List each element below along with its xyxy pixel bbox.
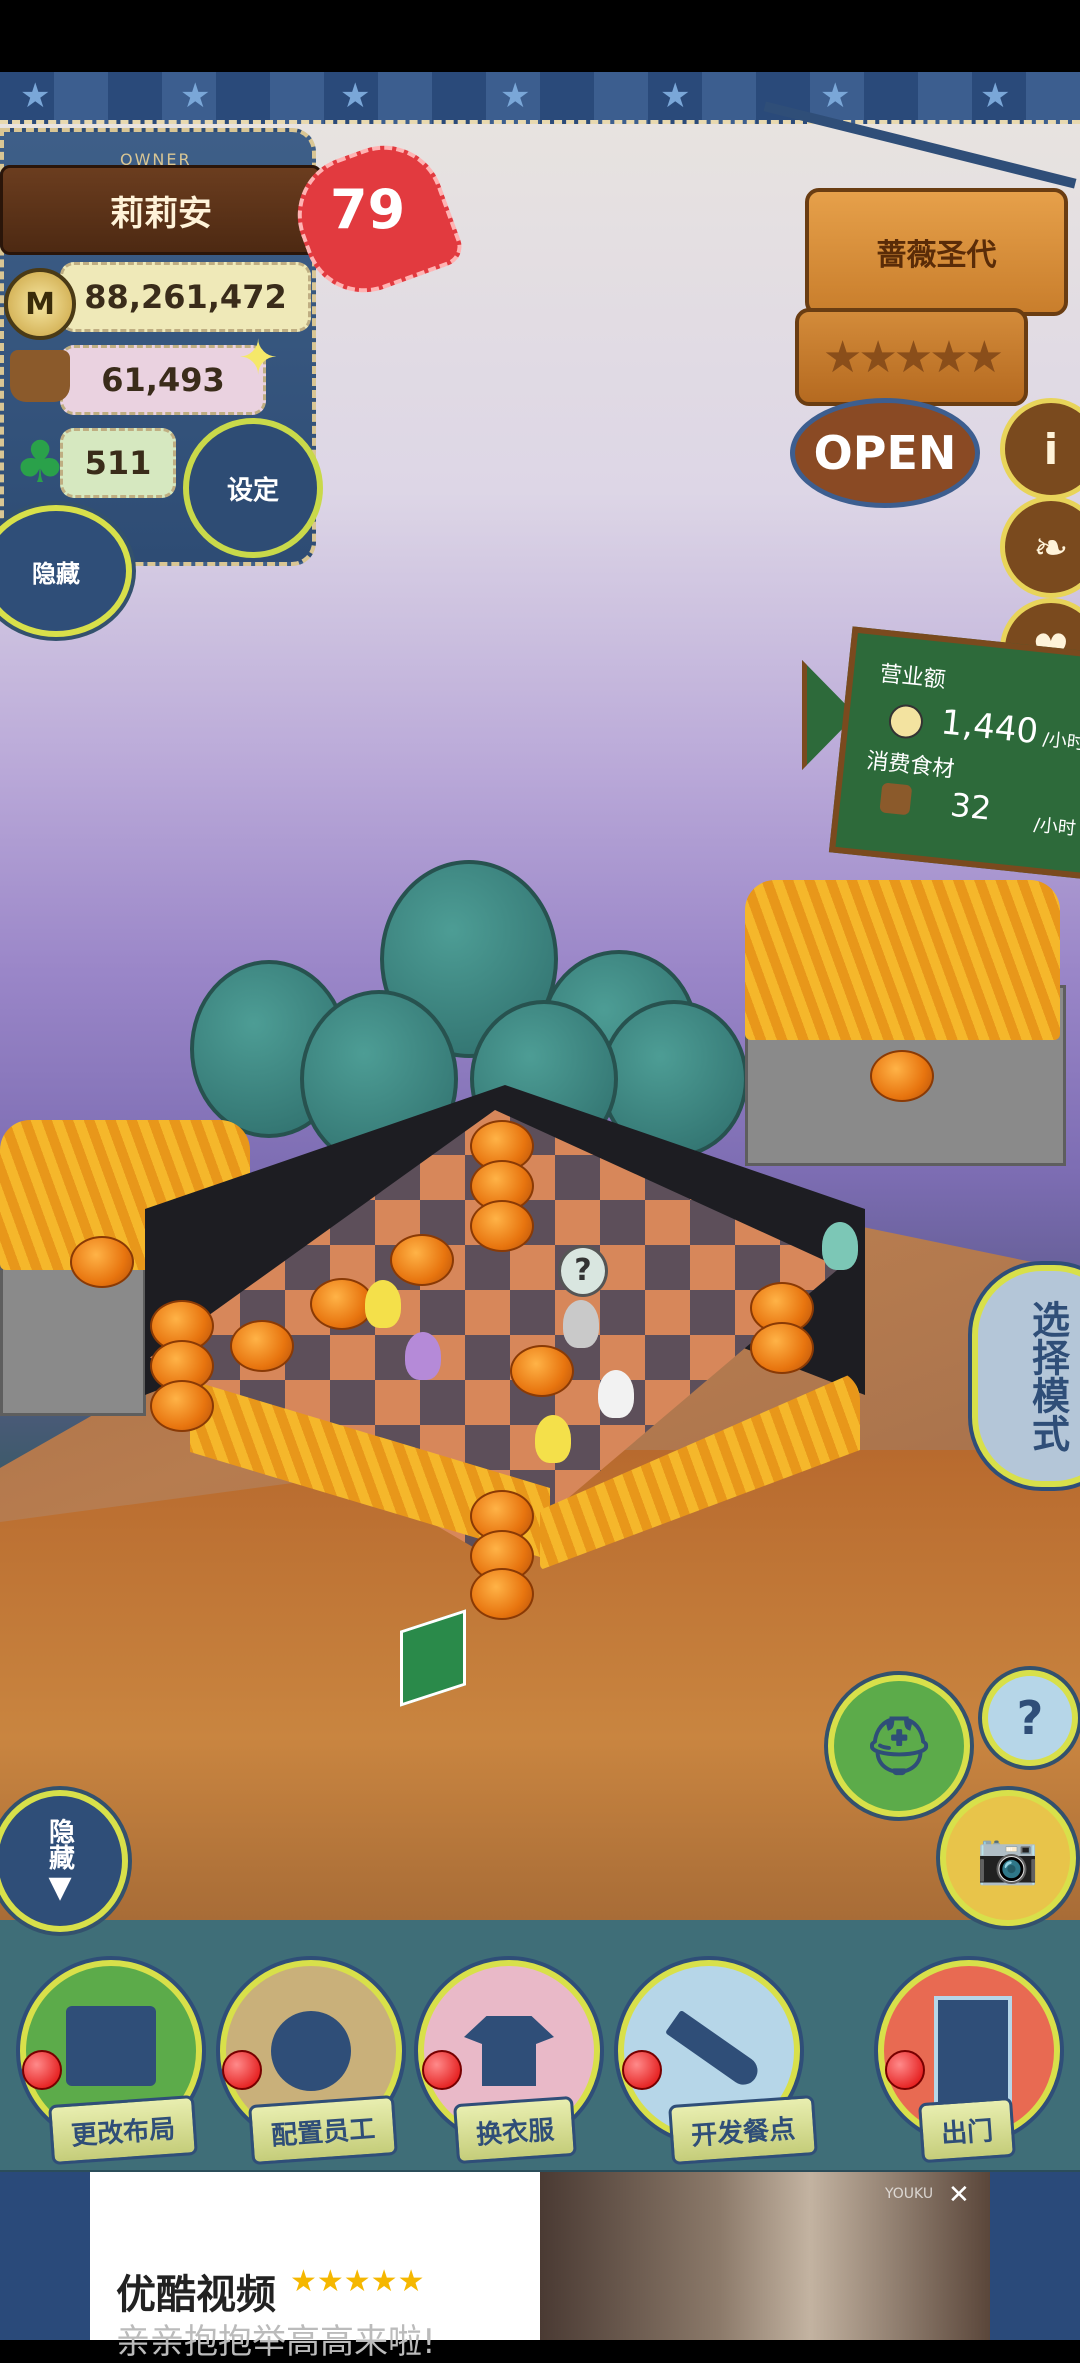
hide-label: 隐藏 (44, 1817, 75, 1870)
consume-value: 32 (948, 785, 993, 828)
ad-subtitle: 亲亲抱抱举高高来啦! (116, 2322, 436, 2362)
pumpkin (470, 1200, 534, 1252)
pin-icon (22, 2050, 62, 2090)
mode-select-button[interactable]: 选择模式 (972, 1265, 1080, 1487)
pumpkin (470, 1568, 534, 1620)
rating-stars: ★★★★★ (795, 308, 1028, 406)
bunting-star: ★ (180, 76, 211, 116)
basket-icon (879, 782, 913, 816)
ad-rating: ★★★★★ (290, 2264, 425, 2299)
coin-icon (887, 702, 925, 741)
pumpkin (230, 1320, 294, 1372)
camera-button[interactable]: 📷 (940, 1790, 1076, 1926)
question-bubble[interactable]: ? (558, 1245, 608, 1297)
ad-image[interactable]: YOUKU ✕ (540, 2172, 990, 2340)
heart-level: 79 (330, 178, 406, 241)
bear-customer[interactable] (598, 1370, 634, 1418)
sparkle-icon: ✦ (238, 330, 279, 386)
bunting-star: ★ (500, 76, 531, 116)
bunting-star: ★ (980, 76, 1011, 116)
ingredients-value: 61,493 (60, 345, 266, 415)
info-icon: i (1043, 424, 1059, 474)
hat-icon: ⛑ (863, 1714, 935, 1779)
open-sign[interactable]: OPEN (790, 398, 980, 508)
basket-icon (10, 350, 70, 402)
assign-staff-label[interactable]: 配置员工 (248, 2094, 398, 2166)
table-icon (66, 2006, 156, 2086)
pumpkin (70, 1236, 134, 1288)
consume-label: 消费食材 (865, 748, 956, 783)
pin-icon (222, 2050, 262, 2090)
help-button[interactable]: ? (982, 1670, 1078, 1766)
ad-title: 优酷视频 (116, 2272, 276, 2318)
bear-staff[interactable] (822, 1222, 858, 1270)
ad-watermark: YOUKU (885, 2186, 934, 2202)
consume-unit: /小时 (1032, 814, 1077, 840)
change-clothes-label[interactable]: 换衣服 (453, 2095, 577, 2165)
pin-icon (422, 2050, 462, 2090)
pin-icon (622, 2050, 662, 2090)
bunting-star: ★ (660, 76, 691, 116)
pin-icon (885, 2050, 925, 2090)
bear-customer[interactable] (563, 1300, 599, 1348)
coin-symbol: M (25, 286, 55, 322)
bear-customer[interactable] (405, 1332, 441, 1380)
go-out-label[interactable]: 出门 (918, 2096, 1016, 2164)
top-bunting (0, 72, 1080, 124)
camera-icon: 📷 (976, 1828, 1040, 1887)
ad-card[interactable]: 优酷视频 ★★★★★ 亲亲抱抱举高高来啦! (90, 2172, 540, 2362)
bear-customer[interactable] (365, 1280, 401, 1328)
sales-unit: /小时 (1041, 728, 1080, 755)
hat-button[interactable]: ⛑ (828, 1675, 970, 1817)
sales-value: 1,440 (938, 702, 1040, 753)
settings-button[interactable]: 设定 (183, 418, 323, 558)
wheat-field (745, 880, 1060, 1040)
clover-icon: ♣ (14, 428, 66, 496)
pumpkin (390, 1234, 454, 1286)
coin-icon: M (4, 268, 76, 340)
hide-label: 隐藏 (32, 559, 80, 588)
revenue-board: 营业额 1,440 /小时 消费食材 32 /小时 (828, 626, 1080, 881)
bear-head-icon (271, 2011, 351, 2091)
door-icon (934, 1996, 1012, 2114)
bunting-star: ★ (820, 76, 851, 116)
clovers-value: 511 (60, 428, 176, 498)
knife-icon (665, 2009, 763, 2091)
ad-close-button[interactable]: ✕ (948, 2180, 970, 2210)
change-layout-label[interactable]: 更改布局 (48, 2094, 198, 2166)
develop-menu-label[interactable]: 开发餐点 (668, 2094, 818, 2166)
owner-tag: OWNER (120, 150, 192, 169)
arrow-down-icon: ▼ (48, 1869, 72, 1905)
pumpkin (870, 1050, 934, 1102)
pumpkin (150, 1380, 214, 1432)
bunting-star: ★ (340, 76, 371, 116)
bear-customer[interactable] (535, 1415, 571, 1463)
coins-value: 88,261,472 (60, 262, 311, 332)
shirt-icon (464, 2016, 554, 2086)
owner-name[interactable]: 莉莉安 (0, 165, 322, 255)
pumpkin (750, 1322, 814, 1374)
sales-label: 营业额 (878, 661, 947, 694)
pumpkin (510, 1345, 574, 1397)
bunting-star: ★ (20, 76, 51, 116)
restaurant-name-sign[interactable]: 蔷薇圣代 (805, 188, 1068, 316)
